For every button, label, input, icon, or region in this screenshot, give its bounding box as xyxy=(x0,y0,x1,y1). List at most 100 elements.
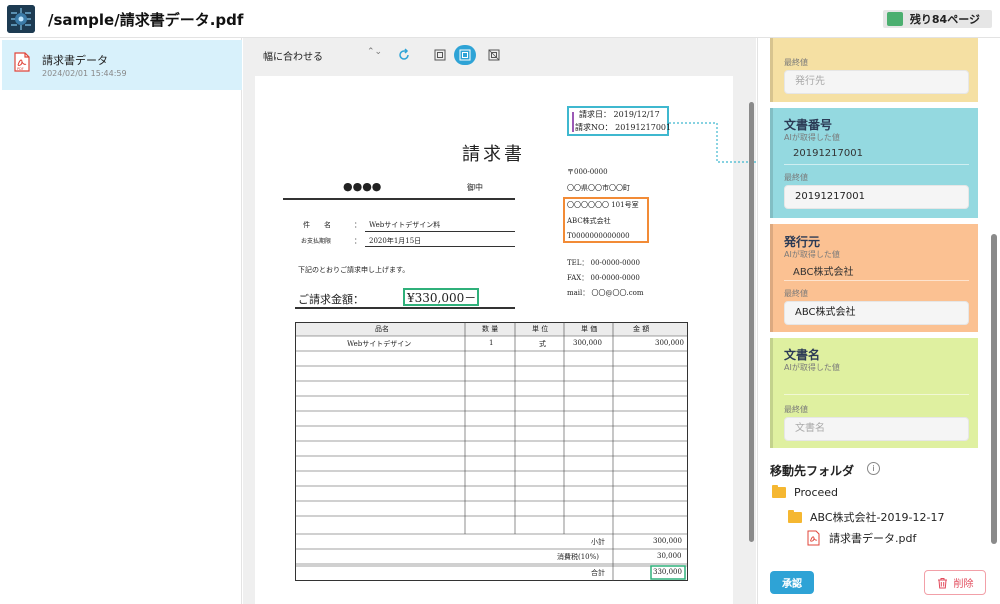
tel: TEL： 00-0000-0000 xyxy=(567,259,640,267)
metadata-panel: 最終値 発行先 文書番号 AIが取得した値 20191217001 最終値 20… xyxy=(757,38,1000,604)
viewer-toolbar: 幅に合わせる ⌃⌄ xyxy=(243,38,756,72)
issuer-company: ABC株式会社 xyxy=(567,217,611,225)
fax: FAX： 00-0000-0000 xyxy=(567,274,640,282)
delete-button[interactable]: 削除 xyxy=(924,570,986,595)
subject-label: 件 名 xyxy=(303,221,331,229)
folder-tree-item[interactable]: Proceed xyxy=(772,485,839,499)
fit-none-icon[interactable] xyxy=(483,45,505,65)
colon: ： xyxy=(354,237,361,245)
invoice-table-grid xyxy=(295,322,688,581)
pdf-page: 請求日： 2019/12/17 請求NO： 20191217001 請求書 ●●… xyxy=(255,76,733,604)
col-header-amount: 金 額 xyxy=(633,325,650,333)
invoice-heading: 請求書 xyxy=(462,144,525,165)
table-cell: 300,000 xyxy=(573,339,602,347)
folder-icon xyxy=(788,509,802,523)
viewer-scrollbar[interactable] xyxy=(748,78,754,604)
total-label: 合計 xyxy=(591,569,605,577)
remaining-pages-badge: 残り84ページ xyxy=(882,10,992,28)
subject-underline xyxy=(365,231,515,232)
col-header-unit: 単 位 xyxy=(532,325,549,333)
field-title: 文書名 xyxy=(784,348,821,362)
pdf-viewer: 幅に合わせる ⌃⌄ 請求日： 2019/12/17 請求NO： 20191217… xyxy=(243,38,756,604)
invoice-date: 2019/12/17 xyxy=(613,110,660,119)
panel-scrollbar-thumb[interactable] xyxy=(991,234,997,544)
approve-button[interactable]: 承認 xyxy=(770,571,814,594)
doc-number-input[interactable]: 20191217001 xyxy=(784,185,969,209)
connector-line xyxy=(669,122,756,163)
final-value-label: 最終値 xyxy=(784,58,808,67)
file-name: 請求書データ xyxy=(42,54,108,67)
tax-value: 30,000 xyxy=(657,552,682,560)
file-label: 請求書データ.pdf xyxy=(829,532,917,545)
colon: ： xyxy=(354,221,361,229)
destination-input[interactable]: 発行先 xyxy=(784,70,969,94)
issuer-input[interactable]: ABC株式会社 xyxy=(784,301,969,325)
ai-value-label: AIが取得した値 xyxy=(784,250,840,259)
intro-text: 下記のとおりご請求申し上げます。 xyxy=(298,266,410,274)
subtotal-label: 小計 xyxy=(591,538,605,546)
field-card-doc-name: 文書名 AIが取得した値 最終値 文書名 xyxy=(770,338,978,448)
ai-value: 20191217001 xyxy=(793,148,863,159)
header-bar: /sample/請求書データ.pdf 残り84ページ xyxy=(0,0,1000,38)
amount-value: ¥330,000－ xyxy=(407,291,477,305)
field-title: 発行元 xyxy=(784,235,821,249)
ai-value-label: AIが取得した値 xyxy=(784,363,840,372)
final-value-label: 最終値 xyxy=(784,289,808,298)
address-line2: 〇〇〇〇〇〇 101号室 xyxy=(567,201,639,209)
mail: mail： 〇〇@〇〇.com xyxy=(567,289,644,297)
field-card-destination: 最終値 発行先 xyxy=(770,38,978,102)
customer-name: ●●●● xyxy=(343,180,382,193)
field-card-doc-number: 文書番号 AIが取得した値 20191217001 最終値 2019121700… xyxy=(770,108,978,218)
customer-underline xyxy=(283,198,515,200)
due-label: お支払期限 xyxy=(301,238,332,245)
info-icon[interactable]: i xyxy=(867,462,880,475)
folder-tree-item[interactable]: ABC株式会社-2019-12-17 xyxy=(788,509,944,525)
destination-folder-title: 移動先フォルダ xyxy=(770,464,855,478)
fit-width-icon[interactable] xyxy=(454,45,476,65)
address-line1: 〇〇県〇〇市〇〇町 xyxy=(567,184,630,192)
due-underline xyxy=(365,246,515,247)
svg-text:PDF: PDF xyxy=(17,67,24,71)
highlight-marker xyxy=(572,112,574,132)
postal-code: 〒000-0000 xyxy=(567,168,608,176)
col-header-price: 単 価 xyxy=(581,325,598,333)
amount-underline xyxy=(295,307,515,309)
subtotal-value: 300,000 xyxy=(653,537,682,545)
final-value-label: 最終値 xyxy=(784,405,808,414)
table-cell: Webサイトデザイン xyxy=(347,340,412,348)
file-list-item[interactable]: PDF 請求書データ 2024/02/01 15:44:59 xyxy=(2,40,242,90)
folder-label: ABC株式会社-2019-12-17 xyxy=(810,511,945,524)
registration-number: T0000000000000 xyxy=(567,232,630,240)
amount-label: ご請求金額： xyxy=(298,293,364,306)
fit-page-icon[interactable] xyxy=(429,45,451,65)
due-value: 2020年1月15日 xyxy=(369,237,422,245)
invoice-no-label: 請求NO： xyxy=(575,123,613,132)
page-title: /sample/請求書データ.pdf xyxy=(48,11,244,29)
honorific: 御中 xyxy=(467,183,483,192)
doc-name-input[interactable]: 文書名 xyxy=(784,417,969,441)
col-header-qty: 数 量 xyxy=(482,325,499,333)
file-date: 2024/02/01 15:44:59 xyxy=(42,69,127,78)
tax-label: 消費税(10%) xyxy=(557,553,600,561)
subject-value: Webサイトデザイン料 xyxy=(369,221,441,229)
rotate-icon[interactable] xyxy=(393,45,415,65)
app-window: /sample/請求書データ.pdf 残り84ページ PDF 請求書データ 20… xyxy=(0,0,1000,604)
folder-icon xyxy=(772,485,786,498)
fit-mode-select[interactable]: 幅に合わせる xyxy=(263,48,323,63)
delete-label: 削除 xyxy=(953,579,974,590)
col-header-item: 品名 xyxy=(375,325,389,333)
viewer-scrollbar-thumb[interactable] xyxy=(749,102,754,542)
badge-color-square xyxy=(886,12,903,26)
trash-icon xyxy=(937,577,948,589)
folder-label: Proceed xyxy=(794,486,839,499)
invoice-date-label: 請求日： xyxy=(579,110,611,119)
file-list-panel: PDF 請求書データ 2024/02/01 15:44:59 xyxy=(0,38,242,604)
select-chevron-icon[interactable]: ⌃⌄ xyxy=(367,47,382,57)
ai-value: ABC株式会社 xyxy=(793,267,854,278)
pdf-file-icon xyxy=(807,530,820,546)
folder-tree-item[interactable]: 請求書データ.pdf xyxy=(807,530,916,546)
panel-scrollbar[interactable] xyxy=(990,38,998,560)
table-cell: 300,000 xyxy=(655,339,684,347)
remaining-pages-label: 残り84ページ xyxy=(909,13,980,26)
final-value-label: 最終値 xyxy=(784,173,808,182)
